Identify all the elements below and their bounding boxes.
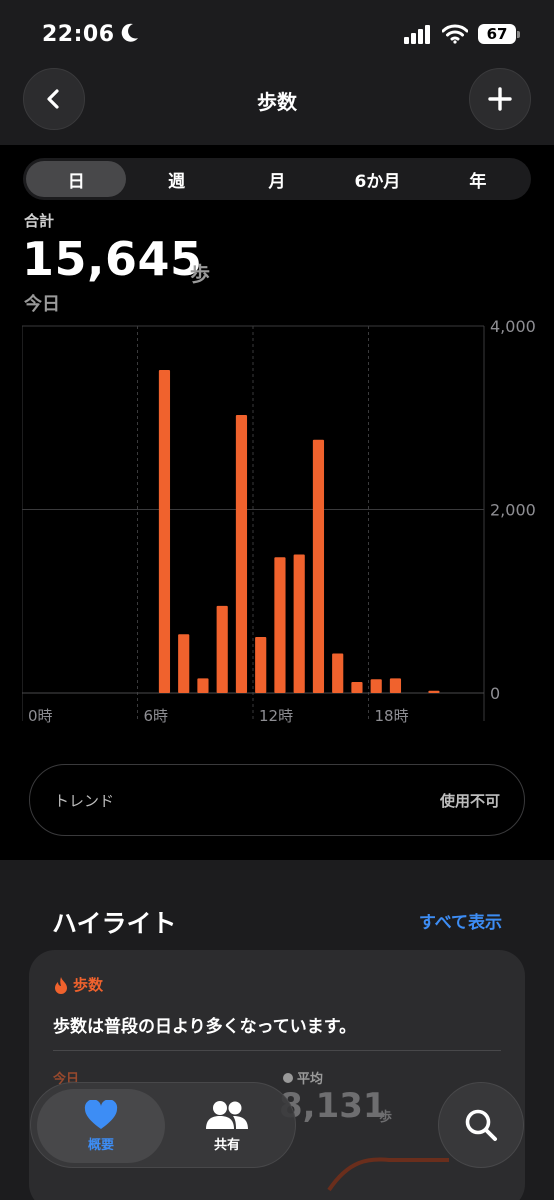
y-tick-label: 4,000 bbox=[490, 317, 536, 336]
chart-bar bbox=[274, 557, 286, 693]
tab-sharing-label: 共有 bbox=[213, 1137, 240, 1153]
average-dot-icon bbox=[283, 1072, 293, 1083]
people-icon bbox=[206, 1100, 248, 1129]
trend-value: 使用不可 bbox=[439, 791, 500, 810]
search-button[interactable] bbox=[438, 1082, 524, 1168]
trend-row[interactable]: トレンド 使用不可 bbox=[29, 764, 525, 836]
segment-week[interactable]: 週 bbox=[126, 161, 226, 197]
chart-bar bbox=[312, 439, 325, 693]
total-label: 合計 bbox=[24, 212, 55, 230]
segment-day[interactable]: 日 bbox=[26, 161, 127, 197]
plus-icon bbox=[488, 87, 512, 111]
period-segmented-control: 日 週 月 6か月 年 bbox=[23, 158, 531, 200]
average-stat-unit: 歩 bbox=[379, 1110, 393, 1125]
x-tick-label: 0時 bbox=[28, 707, 53, 725]
flame-icon bbox=[55, 976, 67, 994]
x-tick-label: 12時 bbox=[259, 707, 293, 725]
y-tick-label: 2,000 bbox=[490, 501, 536, 520]
chart-bar bbox=[178, 634, 190, 693]
highlight-card-header: 歩数 bbox=[53, 974, 103, 995]
highlight-category: 歩数 bbox=[73, 976, 104, 994]
chart-bar bbox=[428, 690, 440, 693]
average-label-text: 平均 bbox=[297, 1072, 324, 1087]
chart-bar bbox=[216, 605, 228, 693]
y-tick-label: 0 bbox=[490, 684, 500, 703]
chart-bar bbox=[235, 414, 248, 693]
steps-chart[interactable]: 4,000 2,000 0 0時 6時 12時 18時 bbox=[22, 316, 554, 726]
nav-bar: 歩数 bbox=[0, 68, 554, 145]
segment-year[interactable]: 年 bbox=[428, 161, 528, 197]
heart-icon bbox=[84, 1099, 118, 1129]
tab-summary[interactable]: 概要 bbox=[37, 1089, 165, 1163]
chart-bar bbox=[332, 653, 344, 693]
show-all-link[interactable]: すべて表示 bbox=[419, 908, 502, 933]
status-time: 22:06 bbox=[42, 22, 115, 47]
total-unit: 歩 bbox=[190, 262, 210, 286]
chart-bar bbox=[158, 370, 171, 693]
chart-bar bbox=[293, 554, 305, 693]
total-value: 15,645 bbox=[22, 232, 203, 286]
average-stat-label: 平均 bbox=[283, 1068, 323, 1087]
steps-chart-svg: 4,000 2,000 0 0時 6時 12時 18時 bbox=[22, 317, 536, 725]
x-tick-label: 18時 bbox=[375, 707, 409, 725]
battery-indicator: 67 bbox=[478, 24, 520, 44]
search-icon bbox=[465, 1109, 497, 1141]
chart-bar bbox=[351, 681, 363, 693]
segment-6-months[interactable]: 6か月 bbox=[327, 161, 427, 197]
status-indicators: 67 bbox=[404, 24, 520, 44]
status-bar: 22:06 67 bbox=[0, 0, 554, 70]
chart-bar bbox=[370, 679, 382, 693]
segment-month[interactable]: 月 bbox=[227, 161, 327, 197]
trend-label: トレンド bbox=[54, 791, 115, 810]
chart-bar bbox=[389, 678, 402, 693]
chart-bar bbox=[197, 678, 209, 693]
moon-icon bbox=[121, 23, 138, 42]
highlight-message: 歩数は普段の日より多くなっています。 bbox=[53, 1017, 357, 1037]
wifi-icon bbox=[442, 24, 468, 44]
chart-bar bbox=[255, 637, 267, 693]
tab-sharing[interactable]: 共有 bbox=[163, 1089, 291, 1163]
tab-summary-label: 概要 bbox=[87, 1137, 114, 1153]
highlights-title: ハイライト bbox=[52, 909, 177, 938]
tab-bar: 概要 共有 bbox=[30, 1082, 296, 1168]
divider bbox=[53, 1050, 501, 1051]
period-label: 今日 bbox=[24, 294, 60, 315]
signal-icon bbox=[404, 25, 430, 44]
x-tick-label: 6時 bbox=[144, 707, 169, 725]
add-button[interactable] bbox=[469, 68, 531, 130]
